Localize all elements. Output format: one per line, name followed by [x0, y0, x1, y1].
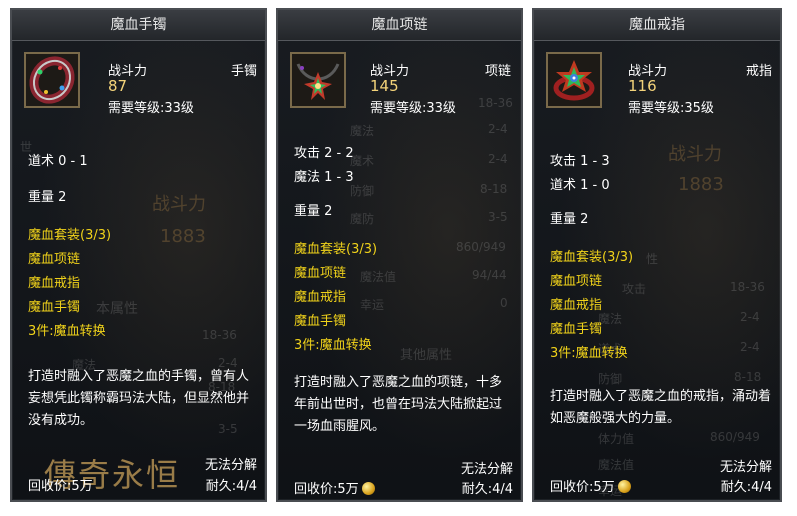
level-requirement: 需要等级:35级: [628, 101, 714, 116]
bg-text: 战斗力: [668, 144, 722, 165]
item-tooltip-necklace: 魔血项链 18-36 魔法 2-4 魔术 2-4 防御 8-18 魔防 3-5 …: [276, 8, 523, 502]
gold-coin-icon: [361, 482, 375, 495]
level-requirement: 需要等级:33级: [370, 101, 456, 116]
set-bonus: 3件:魔血转换: [28, 324, 106, 339]
item-tooltip-bracelet: 魔血手镯 世 战斗力 1883 本属性 18-36 魔法 2-4 8-18 3-…: [10, 8, 267, 502]
bg-text: 18-36: [202, 328, 237, 342]
bg-text: 其他属性: [400, 348, 453, 363]
recycle-price-text: 回收价:5万: [550, 480, 615, 495]
bg-text: 2-4: [740, 310, 760, 324]
set-item: 魔血项链: [294, 266, 347, 281]
stat-line: 道术 0 - 1: [28, 154, 88, 169]
bg-text: 性: [646, 252, 659, 266]
recycle-price-text: 回收价:5万: [28, 479, 93, 494]
bg-text: 18-36: [730, 280, 765, 294]
equip-slot: 手镯: [230, 64, 257, 79]
gold-coin-icon: [617, 480, 631, 493]
bg-text: 0: [500, 296, 508, 310]
stat-line: 魔法 1 - 3: [294, 170, 354, 185]
recycle-price: 回收价:5万: [28, 475, 93, 494]
bg-text: 860/949: [710, 430, 760, 444]
set-item: 魔血手镯: [294, 314, 347, 329]
bg-text: 魔法: [350, 124, 375, 138]
bg-text: 幸运: [360, 298, 385, 312]
set-bonus: 3件:魔血转换: [294, 338, 372, 353]
set-item: 魔血项链: [28, 252, 81, 267]
bg-text: 3-5: [488, 210, 508, 224]
bg-text: 魔法值: [360, 270, 397, 284]
bg-text: 防御: [598, 372, 623, 386]
power-value: 116: [628, 77, 657, 95]
bg-text: 94/44: [472, 268, 507, 282]
bg-text: 2-4: [740, 340, 760, 354]
no-disassemble-label: 无法分解: [204, 458, 257, 473]
set-title: 魔血套装(3/3): [294, 242, 378, 257]
set-title: 魔血套装(3/3): [28, 228, 112, 243]
bg-text: 8-18: [734, 370, 762, 384]
stat-line: 道术 1 - 0: [550, 178, 610, 193]
bg-text: 1883: [160, 226, 206, 247]
bg-text: 战斗力: [152, 194, 206, 215]
bg-text: 魔防: [350, 212, 375, 226]
tooltip-title: 魔血戒指: [534, 10, 780, 41]
set-item: 魔血手镯: [28, 300, 81, 315]
bg-text: 1883: [678, 174, 724, 195]
power-value: 87: [108, 77, 128, 95]
item-description: 打造时融入了恶魔之血的项链，十多年前出世时，也曾在玛法大陆掀起过一场血雨腥风。: [294, 375, 503, 434]
bg-text: 8-18: [480, 182, 508, 196]
set-title: 魔血套装(3/3): [550, 250, 634, 265]
durability: 耐久:4/4: [205, 479, 257, 494]
bg-text: 2-4: [488, 122, 508, 136]
item-description: 打造时融入了恶魔之血的戒指，涌动着如恶魔般强大的力量。: [550, 389, 772, 426]
bg-text: 860/949: [456, 240, 506, 254]
power-value: 145: [370, 77, 399, 95]
tooltip-title: 魔血手镯: [12, 10, 265, 41]
ring-item-icon: [546, 52, 602, 108]
level-requirement: 需要等级:33级: [108, 101, 194, 116]
bg-text: 体力值: [598, 432, 635, 446]
set-item: 魔血戒指: [550, 298, 603, 313]
recycle-price-text: 回收价:5万: [294, 482, 359, 497]
bg-text: 攻击: [622, 282, 647, 296]
bg-text: 18-36: [478, 96, 513, 110]
no-disassemble-label: 无法分解: [460, 462, 513, 477]
equip-slot: 戒指: [745, 64, 772, 79]
no-disassemble-label: 无法分解: [719, 460, 772, 475]
bg-text: 本属性: [96, 301, 138, 317]
recycle-price: 回收价:5万: [550, 476, 631, 495]
bg-text: 2-4: [488, 152, 508, 166]
equip-slot: 项链: [484, 64, 511, 79]
set-item: 魔血戒指: [294, 290, 347, 305]
recycle-price: 回收价:5万: [294, 478, 375, 497]
item-tooltip-ring: 魔血戒指 战斗力 1883 性 攻击 18-36 魔法 2-4 道术 2-4 防…: [532, 8, 782, 502]
bracelet-item-icon: [24, 52, 80, 108]
set-bonus: 3件:魔血转换: [550, 346, 628, 361]
durability: 耐久:4/4: [720, 480, 772, 495]
tooltip-title: 魔血项链: [278, 10, 521, 41]
necklace-item-icon: [290, 52, 346, 108]
set-item: 魔血戒指: [28, 276, 81, 291]
set-item: 魔血项链: [550, 274, 603, 289]
set-item: 魔血手镯: [550, 322, 603, 337]
weight-line: 重量 2: [550, 212, 589, 227]
weight-line: 重量 2: [294, 204, 333, 219]
bg-text: 魔法值: [598, 458, 635, 472]
weight-line: 重量 2: [28, 190, 67, 205]
durability: 耐久:4/4: [461, 482, 513, 497]
item-description: 打造时融入了恶魔之血的手镯，曾有人妄想凭此镯称霸玛法大陆，但显然他并没有成功。: [28, 369, 250, 428]
stat-line: 攻击 1 - 3: [550, 154, 610, 169]
stat-line: 攻击 2 - 2: [294, 146, 354, 161]
